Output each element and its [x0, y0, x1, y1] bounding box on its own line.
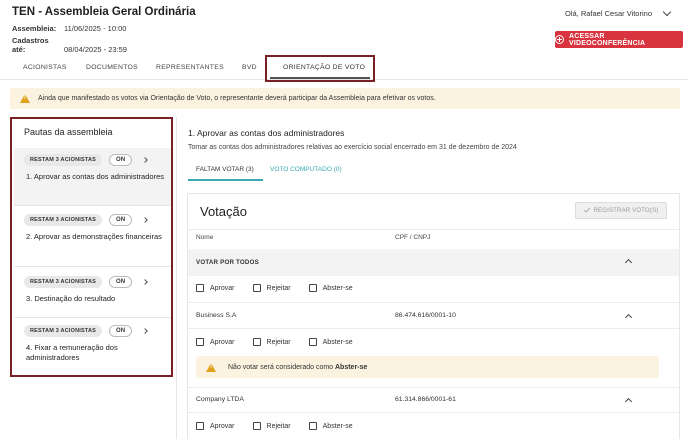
- sidebar-title: Pautas da assembleia: [24, 127, 113, 137]
- agenda-item[interactable]: RESTAM 3 ACIONISTAS ON 4. Fixar a remune…: [14, 318, 171, 374]
- tab-bvd[interactable]: BVD: [242, 64, 257, 71]
- pending-badge: RESTAM 3 ACIONISTAS: [24, 276, 103, 288]
- user-menu[interactable]: Olá, Rafael Cesar Vitorino: [565, 7, 672, 18]
- vote-all-options: Aprovar Rejeitar Abster-se: [196, 284, 353, 292]
- user-greeting: Olá, Rafael Cesar Vitorino: [565, 9, 652, 18]
- assembly-date: Assembleia: 11/06/2025 - 10:00: [12, 24, 127, 33]
- tab-representantes[interactable]: REPRESENTANTES: [156, 64, 224, 71]
- toggle-on[interactable]: ON: [109, 154, 133, 166]
- option-rejeitar[interactable]: Rejeitar: [252, 422, 291, 430]
- sidebar-divider: [176, 117, 177, 439]
- option-abster-se[interactable]: Abster-se: [308, 422, 353, 430]
- shareholder-doc: 86.474.616/0001-10: [395, 312, 456, 319]
- agenda-item[interactable]: RESTAM 3 ACIONISTAS ON 1. Aprovar as con…: [14, 148, 171, 205]
- agenda-item[interactable]: RESTAM 3 ACIONISTAS ON 2. Aprovar as dem…: [14, 206, 171, 266]
- warning-icon: [206, 362, 216, 372]
- shareholder-name: Company LTDA: [196, 396, 244, 403]
- agenda-item-label: 3. Destinação do resultado: [26, 294, 116, 303]
- option-abster-se[interactable]: Abster-se: [308, 338, 353, 346]
- vote-all-row[interactable]: VOTAR POR TODOS: [188, 249, 679, 276]
- chevron-down-icon[interactable]: [662, 7, 672, 16]
- chevron-right-icon: [142, 217, 148, 223]
- shareholder-name: Business S.A: [196, 312, 237, 319]
- agenda-sidebar: Pautas da assembleia RESTAM 3 ACIONISTAS…: [10, 117, 173, 377]
- option-rejeitar[interactable]: Rejeitar: [252, 338, 291, 346]
- tab-documentos[interactable]: DOCUMENTOS: [86, 64, 138, 71]
- chevron-right-icon: [142, 279, 148, 285]
- active-subtab-indicator: [188, 179, 263, 181]
- option-aprovar[interactable]: Aprovar: [196, 284, 235, 292]
- checkbox[interactable]: [308, 284, 317, 292]
- checkbox[interactable]: [196, 284, 204, 292]
- pending-badge: RESTAM 3 ACIONISTAS: [24, 154, 103, 166]
- option-aprovar[interactable]: Aprovar: [196, 422, 235, 430]
- chevron-up-icon[interactable]: [624, 258, 633, 267]
- toggle-on[interactable]: ON: [109, 276, 133, 288]
- shareholder-doc: 61.314.866/0001-61: [395, 396, 456, 403]
- card-title: Votação: [200, 204, 247, 219]
- chevron-right-icon: [142, 328, 148, 334]
- chevron-up-icon[interactable]: [624, 313, 633, 322]
- column-header-doc: CPF / CNPJ: [395, 234, 431, 241]
- warning-icon: [20, 94, 30, 103]
- register-vote-button[interactable]: REGISTRAR VOTO(S): [575, 202, 667, 219]
- checkbox[interactable]: [252, 338, 261, 346]
- chevron-right-icon: [142, 157, 148, 163]
- tab-faltam-votar[interactable]: FALTAM VOTAR (3): [196, 166, 254, 173]
- video-conference-button[interactable]: ACESSAR VIDEOCONFERÊNCIA: [555, 31, 683, 48]
- toggle-on[interactable]: ON: [109, 325, 133, 337]
- shareholder-options: Aprovar Rejeitar Abster-se: [196, 338, 353, 346]
- warning-banner: Ainda que manifestado os votos via Orien…: [10, 88, 680, 109]
- column-header-name: Nome: [196, 234, 214, 241]
- checkbox[interactable]: [196, 338, 204, 346]
- option-aprovar[interactable]: Aprovar: [196, 338, 235, 346]
- toggle-on[interactable]: ON: [109, 214, 133, 226]
- plus-circle-icon: [555, 35, 564, 44]
- chevron-up-icon[interactable]: [624, 397, 633, 406]
- voting-card: Votação REGISTRAR VOTO(S) Nome CPF / CNP…: [187, 193, 680, 439]
- agenda-item[interactable]: RESTAM 3 ACIONISTAS ON 3. Destinação do …: [14, 267, 171, 317]
- shareholder-options: Aprovar Rejeitar Abster-se: [196, 422, 353, 430]
- checkbox[interactable]: [308, 422, 317, 430]
- page-title: TEN - Assembleia Geral Ordinária: [12, 6, 196, 18]
- pending-badge: RESTAM 3 ACIONISTAS: [24, 325, 103, 337]
- checkbox[interactable]: [252, 284, 261, 292]
- agenda-description: Tomar as contas dos administradores rela…: [188, 144, 517, 151]
- checkbox[interactable]: [196, 422, 204, 430]
- tab-voto-computado[interactable]: VOTO COMPUTADO (0): [270, 166, 342, 173]
- page-header: TEN - Assembleia Geral Ordinária Assembl…: [0, 0, 688, 56]
- registration-deadline: Cadastros até: 08/04/2025 - 23:59: [12, 36, 127, 54]
- agenda-item-label: 4. Fixar a remuneração dos administrador…: [26, 343, 118, 362]
- checkbox[interactable]: [252, 422, 261, 430]
- checkbox[interactable]: [308, 338, 317, 346]
- check-icon: [583, 206, 590, 213]
- agenda-title: 1. Aprovar as contas dos administradores: [188, 128, 345, 138]
- highlight-box: [265, 55, 375, 82]
- pending-badge: RESTAM 3 ACIONISTAS: [24, 214, 103, 226]
- option-rejeitar[interactable]: Rejeitar: [252, 284, 291, 292]
- agenda-item-label: 2. Aprovar as demonstrações financeiras: [26, 232, 162, 241]
- agenda-item-label: 1. Aprovar as contas dos administradores: [26, 172, 164, 181]
- abstain-note: Não votar será considerado como Abster-s…: [196, 356, 659, 378]
- option-abster-se[interactable]: Abster-se: [308, 284, 353, 292]
- tab-acionistas[interactable]: ACIONISTAS: [23, 64, 67, 71]
